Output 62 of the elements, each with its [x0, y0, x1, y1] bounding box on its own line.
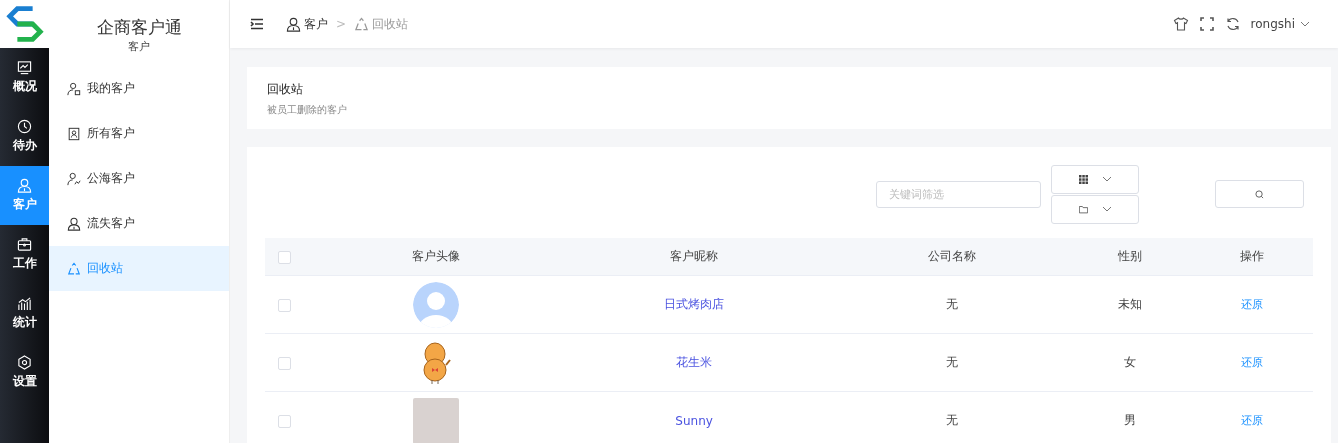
photo-placeholder	[413, 397, 460, 443]
chart-icon	[17, 60, 32, 75]
table-cell: 未知	[1118, 297, 1143, 311]
avatar-silhouette	[413, 281, 460, 328]
table-cell: 无	[945, 297, 958, 311]
fullscreen-icon[interactable]	[1198, 16, 1215, 32]
column-header: 公司名称	[927, 249, 976, 263]
table-cell: 女	[1124, 355, 1137, 369]
breadcrumb-item[interactable]: 客户	[286, 15, 328, 33]
customer-nickname-link[interactable]: 日式烤肉店	[664, 297, 725, 311]
recycle-icon	[67, 261, 81, 276]
nav-item[interactable]: 工作	[0, 225, 49, 284]
user-menu[interactable]: rongshi	[1250, 17, 1310, 31]
table-cell: 男	[1124, 413, 1137, 427]
folder-icon	[1078, 204, 1088, 214]
nav-item[interactable]: 待办	[0, 107, 49, 166]
search-button[interactable]	[1215, 180, 1304, 208]
refresh-icon[interactable]	[1224, 16, 1241, 32]
page-subtitle: 被员工删除的客户	[267, 103, 348, 117]
user-share-icon	[67, 171, 81, 186]
grid-view-dropdown[interactable]	[1051, 164, 1139, 194]
recycle-icon	[354, 16, 370, 32]
menu-item[interactable]: 我的客户	[49, 66, 229, 111]
keyword-filter-field[interactable]: 关键词筛选	[876, 180, 1041, 208]
menu-item[interactable]: 流失客户	[49, 201, 229, 246]
breadcrumb-separator: >	[336, 17, 347, 31]
column-header: 操作	[1240, 249, 1264, 263]
grid-icon	[1078, 174, 1088, 184]
column-header: 客户头像	[412, 249, 461, 263]
menu-item[interactable]: 公海客户	[49, 156, 229, 201]
clock-icon	[17, 119, 32, 134]
user-badge-icon	[67, 81, 81, 96]
logo-icon	[3, 3, 46, 45]
customer-nickname-link[interactable]: 花生米	[676, 355, 713, 369]
user-icon	[67, 216, 81, 231]
chevron-down-icon	[1101, 206, 1112, 212]
user-icon	[17, 178, 32, 193]
nav-item[interactable]: 设置	[0, 343, 49, 402]
nav-item[interactable]: 概况	[0, 48, 49, 107]
row-checkbox[interactable]	[278, 298, 291, 312]
row-checkbox[interactable]	[278, 356, 291, 370]
nav-item[interactable]: 统计	[0, 284, 49, 343]
user-icon	[286, 16, 301, 32]
row-checkbox[interactable]	[278, 414, 291, 428]
briefcase-icon	[17, 237, 32, 252]
app-title: 企商客户通	[96, 16, 182, 39]
select-all-checkbox[interactable]	[278, 250, 291, 264]
table-cell: 无	[945, 413, 958, 427]
page-title: 回收站	[267, 81, 304, 98]
chevron-down-icon	[1300, 21, 1310, 27]
search-icon	[1255, 189, 1264, 199]
menu-item[interactable]: 所有客户	[49, 111, 229, 156]
table-cell: 无	[945, 355, 958, 369]
bar-chart-icon	[17, 296, 32, 311]
contact-card-icon	[67, 126, 81, 141]
settings-icon	[17, 355, 32, 370]
chevron-down-icon	[1101, 176, 1112, 182]
shirt-icon[interactable]	[1172, 16, 1189, 32]
column-header: 客户昵称	[670, 249, 719, 263]
customer-nickname-link[interactable]: Sunny	[675, 413, 713, 428]
column-header: 性别	[1118, 249, 1143, 263]
menu-icon[interactable]	[250, 18, 264, 30]
